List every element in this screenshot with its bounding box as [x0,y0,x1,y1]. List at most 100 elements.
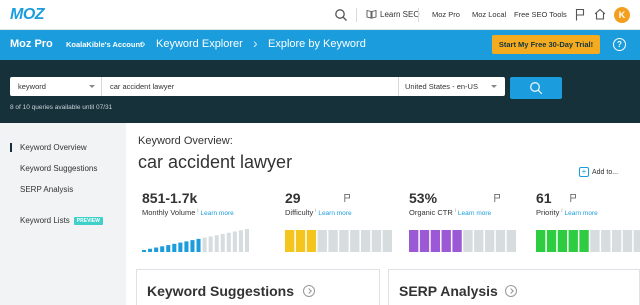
gauge-bar-empty [238,230,243,252]
sidebar-item-serp-analysis[interactable]: SERP Analysis [20,185,73,194]
priority-bar-chart [536,230,640,252]
gauge-bar-filled [166,245,171,252]
gauge-bar-empty [633,230,640,252]
nav-link-moz-pro[interactable]: Moz Pro [432,10,460,19]
breadcrumb-keyword-explorer[interactable]: Keyword Explorer [156,38,243,50]
home-icon[interactable] [594,8,606,20]
gauge-bar-filled [536,230,546,252]
overview-keyword: car accident lawyer [138,152,293,172]
gauge-bar-filled [568,230,578,252]
gauge-bar-empty [214,235,219,252]
divider [418,8,419,22]
gauge-bar-filled [196,238,201,252]
gauge-bar-filled [295,230,306,252]
flag-icon[interactable] [575,8,585,21]
learn-seo-label: Learn SEO [380,9,420,19]
gauge-bar-filled [184,241,189,252]
search-button[interactable] [510,77,562,99]
search-icon[interactable] [334,8,348,22]
gauge-bar-filled [452,230,462,252]
metric-difficulty: 29 Difficulty i Learn more [285,190,395,252]
learn-more-link[interactable]: Learn more [318,210,351,217]
gauge-bar-empty [220,233,225,252]
gauge-bar-empty [495,230,506,252]
gauge-bar-empty [601,230,611,252]
gauge-bar-empty [611,230,622,252]
caret-down-icon [89,85,95,88]
gauge-bar-empty [317,230,327,252]
gauge-bar-filled [285,230,295,252]
nav-link-moz-local[interactable]: Moz Local [472,10,506,19]
gauge-bar-empty [622,230,633,252]
serp-analysis-card[interactable]: SERP Analysis [388,269,640,305]
sidebar: Keyword Overview Keyword Suggestions SER… [0,123,126,305]
help-icon[interactable]: ? [613,38,626,51]
gauge-bar-empty [232,231,237,252]
learn-more-link[interactable]: Learn more [201,210,234,217]
gauge-bar-filled [409,230,419,252]
preview-badge: PREVIEW [73,217,103,225]
metric-priority: 61 Priority i Learn more [536,190,640,252]
chevron-right-icon: › [253,35,258,51]
gauge-bar-filled [148,248,153,252]
metric-label: Organic CTR [409,208,453,217]
sidebar-item-keyword-overview[interactable]: Keyword Overview [10,143,87,152]
plus-icon: + [579,167,589,177]
metric-organic-ctr: 53% Organic CTR i Learn more [409,190,519,252]
moz-logo[interactable]: MOZ [10,6,45,24]
info-icon[interactable]: i [197,208,198,214]
top-nav: MOZ Learn SEO Moz Pro Moz Local Free SEO… [0,0,640,30]
overview-heading: Keyword Overview: [138,135,233,147]
search-type-select[interactable]: keyword [10,77,102,96]
info-icon[interactable]: i [455,208,456,214]
info-icon[interactable]: i [315,208,316,214]
gauge-bar-filled [178,242,183,252]
keyword-search-input[interactable] [110,77,390,96]
gauge-bar-empty [208,236,213,252]
gauge-bar-filled [441,230,451,252]
gauge-bar-filled [172,243,177,252]
search-type-value: keyword [18,82,46,91]
nav-link-free-seo-tools[interactable]: Free SEO Tools [514,10,567,19]
gauge-bar-empty [382,230,392,252]
gauge-bar-filled [306,230,317,252]
learn-more-link[interactable]: Learn more [458,210,491,217]
chevron-right-icon[interactable] [505,285,517,297]
flag-icon[interactable] [344,194,350,202]
info-icon[interactable]: i [561,208,562,214]
search-box: keyword United States - en-US [10,77,505,96]
gauge-bar-filled [190,240,195,252]
chevron-right-icon[interactable] [303,285,315,297]
flag-icon[interactable] [494,194,500,202]
learn-seo-link[interactable]: Learn SEO [366,9,420,19]
metric-value: 53% [409,190,438,206]
gauge-bar-empty [474,230,484,252]
locale-select[interactable]: United States - en-US [398,77,505,96]
search-icon [530,82,543,95]
learn-more-link[interactable]: Learn more [564,210,597,217]
gauge-bar-empty [484,230,495,252]
product-name[interactable]: Moz Pro [10,38,53,50]
flag-icon[interactable] [570,194,576,202]
account-name[interactable]: KoalaKible's Account [66,40,143,49]
gauge-bar-empty [202,237,207,252]
search-band: keyword United States - en-US 8 of 10 qu… [0,60,640,123]
gauge-bar-filled [419,230,430,252]
keyword-overview-panel: Keyword Overview: car accident lawyer + … [126,123,640,305]
card-title: SERP Analysis [399,283,498,299]
metric-value: 61 [536,190,552,206]
gauge-bar-filled [154,247,159,252]
gauge-bar-empty [339,230,349,252]
breadcrumb-explore-by-keyword[interactable]: Explore by Keyword [268,38,366,50]
sidebar-item-keyword-lists[interactable]: Keyword Lists PREVIEW [20,216,103,225]
query-quota: 8 of 10 queries available until 07/31 [10,104,113,111]
keyword-suggestions-card[interactable]: Keyword Suggestions [136,269,380,305]
add-to-label: Add to... [592,168,619,176]
sidebar-item-keyword-suggestions[interactable]: Keyword Suggestions [20,164,97,173]
gauge-bar-empty [506,230,516,252]
avatar[interactable]: K [614,7,630,23]
add-to-button[interactable]: + Add to... [579,167,618,177]
free-trial-button[interactable]: Start My Free 30-Day Trial! [492,35,600,54]
gauge-bar-empty [463,230,473,252]
divider [356,8,357,22]
